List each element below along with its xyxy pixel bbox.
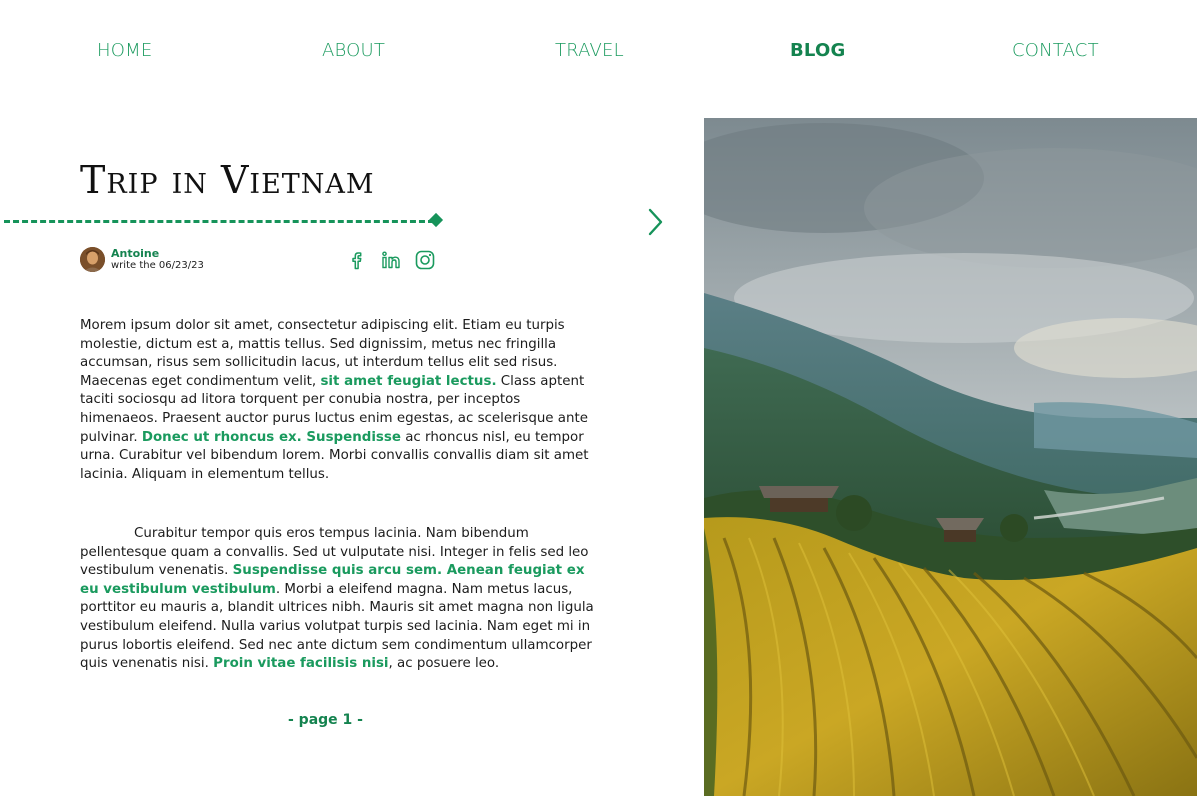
nav-home[interactable]: HOME	[97, 40, 152, 61]
social-links	[346, 249, 436, 271]
article-paragraph-2: Curabitur tempor quis eros tempus lacini…	[80, 525, 600, 674]
linkedin-icon[interactable]	[380, 249, 402, 271]
nav-about[interactable]: ABOUT	[322, 40, 385, 61]
post-date: write the 06/23/23	[111, 259, 204, 271]
title-divider	[4, 220, 434, 223]
article-title: Trip in Vietnam	[80, 158, 375, 202]
nav-travel[interactable]: TRAVEL	[555, 40, 624, 61]
highlight-text: Proin vitae facilisis nisi	[213, 656, 389, 672]
facebook-icon[interactable]	[346, 249, 368, 271]
next-arrow-icon[interactable]	[646, 207, 666, 237]
author-name[interactable]: Antoine	[111, 247, 204, 260]
divider-diamond	[428, 212, 444, 228]
nav-blog[interactable]: BLOG	[790, 40, 845, 61]
nav-contact[interactable]: CONTACT	[1012, 40, 1099, 61]
highlight-text: Donec ut rhoncus ex. Suspendisse	[141, 429, 401, 445]
page-indicator[interactable]: - page 1 -	[288, 712, 363, 728]
paragraph-text: , ac posuere leo.	[388, 656, 500, 672]
instagram-icon[interactable]	[414, 249, 436, 271]
highlight-text: sit amet feugiat lectus.	[320, 373, 497, 389]
rice-terrace-photo	[704, 118, 1197, 796]
main-nav: HOME ABOUT TRAVEL BLOG CONTACT	[0, 0, 1197, 100]
avatar	[80, 247, 105, 272]
article-paragraph-1: Morem ipsum dolor sit amet, consectetur …	[80, 317, 600, 484]
author-block: Antoine write the 06/23/23	[80, 247, 204, 272]
